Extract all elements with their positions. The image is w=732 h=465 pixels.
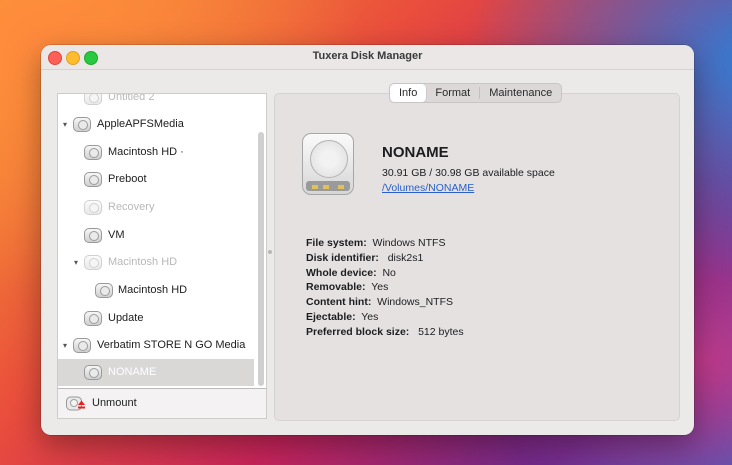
- volume-space: 30.91 GB / 30.98 GB available space: [382, 167, 555, 179]
- sidebar-item-label: Verbatim STORE N GO Media: [97, 339, 246, 351]
- volume-info-list: File system: Windows NTFS Disk identifie…: [306, 237, 464, 341]
- sidebar-item-untitled-2[interactable]: Untitled 2: [58, 93, 254, 111]
- tab-maintenance[interactable]: Maintenance: [480, 84, 561, 102]
- sidebar-item-label: Macintosh HD: [108, 256, 178, 268]
- drive-icon: [84, 145, 102, 160]
- title-bar: Tuxera Disk Manager: [41, 45, 694, 70]
- chevron-down-icon[interactable]: ▾: [60, 120, 70, 129]
- tab-format[interactable]: Format: [426, 84, 479, 102]
- eject-drive-icon: [66, 396, 85, 411]
- volume-drive-icon: [302, 133, 354, 195]
- chevron-down-icon[interactable]: ▾: [60, 341, 70, 350]
- sidebar-item-appleapfsmedia[interactable]: ▾ AppleAPFSMedia: [58, 111, 254, 138]
- drive-icon: [84, 172, 102, 187]
- sidebar-item-label: Macintosh HD: [118, 284, 188, 296]
- sidebar-item-vm[interactable]: VM: [58, 222, 254, 249]
- sidebar-item-label: NONAME: [108, 366, 157, 378]
- drive-icon: [84, 228, 102, 243]
- drive-icon: [73, 117, 91, 132]
- sidebar-item-preboot[interactable]: Preboot: [58, 166, 254, 193]
- drive-icon: [84, 255, 102, 270]
- info-row-block-size: Preferred block size: 512 bytes: [306, 325, 464, 338]
- volume-name: NONAME: [382, 144, 449, 161]
- tab-info[interactable]: Info: [390, 84, 427, 102]
- sidebar-scrollbar[interactable]: [258, 132, 264, 386]
- drive-icon: [84, 311, 102, 326]
- app-window: Tuxera Disk Manager Untitled 2 ▾ AppleAP…: [41, 45, 694, 435]
- info-row-ejectable: Ejectable: Yes: [306, 310, 379, 323]
- info-row-removable: Removable: Yes: [306, 281, 389, 294]
- info-row-file-system: File system: Windows NTFS: [306, 237, 446, 249]
- sidebar-item-label: Update: [108, 312, 144, 324]
- sidebar-item-label: Untitled 2: [108, 93, 155, 103]
- sidebar-item-noname[interactable]: NONAME: [58, 359, 254, 386]
- info-row-content-hint: Content hint: Windows_NTFS: [306, 296, 454, 309]
- sidebar-item-macintosh-hd[interactable]: Macintosh HD ·: [58, 139, 254, 166]
- split-view-divider[interactable]: [268, 250, 272, 254]
- drive-icon: [84, 365, 102, 380]
- sidebar-item-label: Recovery: [108, 201, 155, 213]
- sidebar-item-label: VM: [108, 229, 125, 241]
- sidebar-item-label: Preboot: [108, 173, 147, 185]
- drive-icon: [84, 94, 102, 105]
- sidebar-item-update[interactable]: Update: [58, 305, 254, 332]
- sidebar-item-macintosh-hd-container[interactable]: ▾ Macintosh HD: [58, 249, 254, 276]
- info-row-disk-identifier: Disk identifier: disk2s1: [306, 251, 424, 264]
- sidebar-item-macintosh-hd-volume[interactable]: Macintosh HD: [58, 277, 254, 304]
- drive-icon: [95, 283, 113, 298]
- drive-icon: [84, 200, 102, 215]
- sidebar-item-recovery[interactable]: Recovery: [58, 194, 254, 221]
- tab-bar: Info Format Maintenance: [389, 83, 563, 103]
- unmount-button[interactable]: Unmount: [57, 388, 267, 419]
- sidebar-item-label: Macintosh HD ·: [108, 146, 184, 158]
- info-row-whole-device: Whole device: No: [306, 266, 396, 279]
- volume-sidebar: Untitled 2 ▾ AppleAPFSMedia Macintosh HD…: [57, 93, 267, 390]
- chevron-down-icon[interactable]: ▾: [71, 258, 81, 267]
- sidebar-item-verbatim-media[interactable]: ▾ Verbatim STORE N GO Media: [58, 332, 254, 359]
- volume-path-link[interactable]: /Volumes/NONAME: [382, 182, 474, 194]
- window-title: Tuxera Disk Manager: [312, 50, 423, 62]
- unmount-label: Unmount: [92, 397, 137, 409]
- sidebar-item-label: AppleAPFSMedia: [97, 118, 184, 130]
- drive-icon: [73, 338, 91, 353]
